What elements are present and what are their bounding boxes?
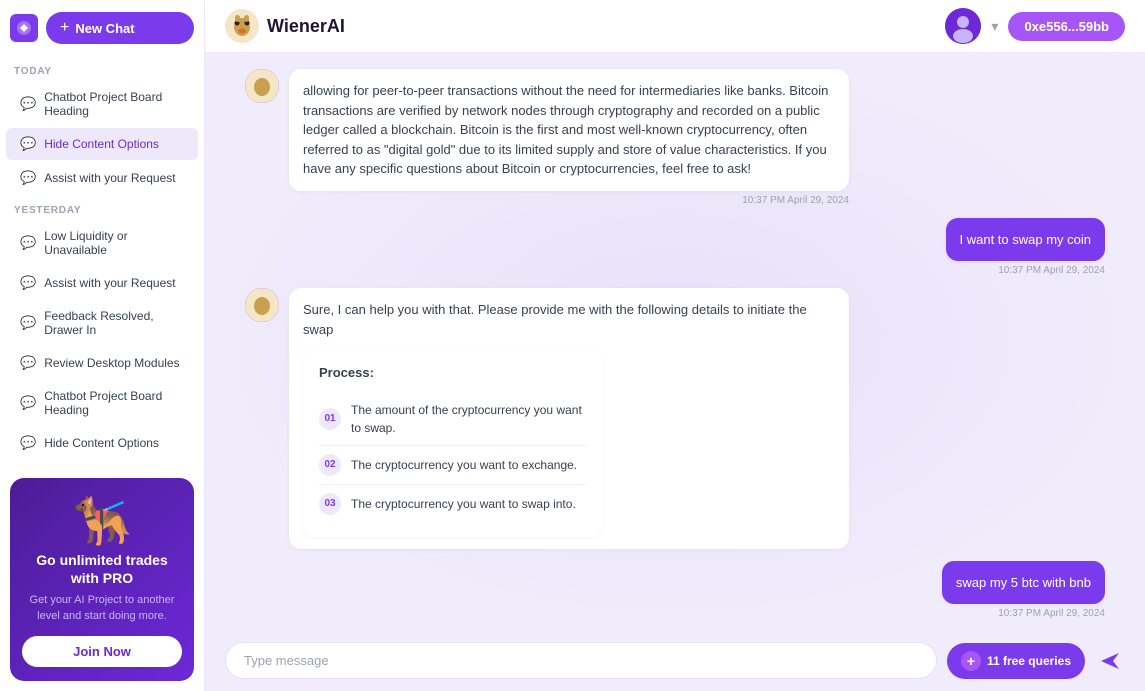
- yesterday-chat-item-1[interactable]: 💬 Low Liquidity or Unavailable: [6, 221, 198, 265]
- chat-icon: 💬: [20, 96, 36, 112]
- avatar-dropdown-icon[interactable]: ▾: [991, 18, 998, 35]
- yesterday-chat-item-4[interactable]: 💬 Review Desktop Modules: [6, 347, 198, 379]
- today-chat-item-3[interactable]: 💬 Assist with your Request: [6, 162, 198, 194]
- topbar: WienerAI ▾ 0xe556...59bb: [205, 0, 1145, 53]
- message-bubble-swap-request: I want to swap my coin: [946, 218, 1106, 262]
- chat-icon: 💬: [20, 170, 36, 186]
- step-text-1: The amount of the cryptocurrency you wan…: [351, 401, 587, 437]
- message-wrapper: Sure, I can help you with that. Please p…: [289, 288, 849, 549]
- message-row-swap-btc: swap my 5 btc with bnb 10:37 PM April 29…: [245, 561, 1105, 620]
- message-time: 10:37 PM April 29, 2024: [998, 608, 1105, 619]
- plus-icon: +: [60, 19, 69, 37]
- message-row-btc-info: allowing for peer-to-peer transactions w…: [245, 69, 1105, 206]
- step-text-2: The cryptocurrency you want to exchange.: [351, 456, 577, 474]
- chat-item-label: Chatbot Project Board Heading: [44, 389, 184, 417]
- today-section-label: TODAY: [0, 56, 204, 81]
- process-title: Process:: [319, 363, 587, 383]
- plus-symbol: +: [967, 653, 975, 669]
- step-text-3: The cryptocurrency you want to swap into…: [351, 495, 576, 513]
- wallet-address-button[interactable]: 0xe556...59bb: [1008, 12, 1125, 41]
- message-wrapper: I want to swap my coin 10:37 PM April 29…: [946, 218, 1106, 277]
- input-bar: + 11 free queries: [205, 630, 1145, 691]
- message-wrapper: swap my 5 btc with bnb 10:37 PM April 29…: [942, 561, 1105, 620]
- message-time: 10:37 PM April 29, 2024: [289, 195, 849, 206]
- join-now-button[interactable]: Join Now: [22, 636, 182, 667]
- chat-icon: 💬: [20, 275, 36, 291]
- message-text: swap my 5 btc with bnb: [956, 575, 1091, 590]
- chat-item-label: Assist with your Request: [44, 276, 175, 290]
- process-step-3: 03 The cryptocurrency you want to swap i…: [319, 485, 587, 523]
- chat-item-label: Hide Content Options: [44, 137, 159, 151]
- new-chat-button[interactable]: + New Chat: [46, 12, 194, 44]
- chat-icon: 💬: [20, 136, 36, 152]
- new-chat-label: New Chat: [75, 21, 134, 36]
- chat-item-label: Review Desktop Modules: [44, 356, 179, 370]
- message-bubble-swap-btc: swap my 5 btc with bnb: [942, 561, 1105, 605]
- chat-icon: 💬: [20, 235, 36, 251]
- chat-icon: 💬: [20, 435, 36, 451]
- message-text: allowing for peer-to-peer transactions w…: [303, 83, 828, 176]
- brand-name: WienerAI: [267, 16, 345, 37]
- queries-badge[interactable]: + 11 free queries: [947, 643, 1085, 679]
- message-text: I want to swap my coin: [960, 232, 1092, 247]
- message-input[interactable]: [244, 653, 918, 668]
- send-icon: [1099, 650, 1121, 672]
- message-input-wrap: [225, 642, 937, 679]
- pro-subtitle: Get your AI Project to another level and…: [22, 593, 182, 624]
- chat-item-label: Feedback Resolved, Drawer In: [44, 309, 184, 337]
- chat-messages-container: allowing for peer-to-peer transactions w…: [205, 53, 1145, 630]
- pro-banner: 🐕‍🦺 Go unlimited trades with PRO Get you…: [10, 478, 194, 681]
- chat-item-label: Chatbot Project Board Heading: [44, 90, 184, 118]
- today-chat-item-1[interactable]: 💬 Chatbot Project Board Heading: [6, 82, 198, 126]
- message-wrapper: allowing for peer-to-peer transactions w…: [289, 69, 849, 206]
- main-chat-area: WienerAI ▾ 0xe556...59bb allowing for pe…: [205, 0, 1145, 691]
- pro-title: Go unlimited trades with PRO: [22, 551, 182, 587]
- process-step-1: 01 The amount of the cryptocurrency you …: [319, 393, 587, 446]
- yesterday-chat-item-6[interactable]: 💬 Hide Content Options: [6, 427, 198, 459]
- chat-item-label: Hide Content Options: [44, 436, 159, 450]
- app-logo: [10, 14, 38, 42]
- message-row-swap-request: I want to swap my coin 10:37 PM April 29…: [245, 218, 1105, 277]
- queries-label: 11 free queries: [987, 654, 1071, 668]
- message-text: Sure, I can help you with that. Please p…: [303, 302, 807, 337]
- today-chat-item-2[interactable]: 💬 Hide Content Options: [6, 128, 198, 160]
- process-step-2: 02 The cryptocurrency you want to exchan…: [319, 446, 587, 485]
- chat-icon: 💬: [20, 395, 36, 411]
- message-time: 10:37 PM April 29, 2024: [998, 265, 1105, 276]
- chat-icon: 💬: [20, 315, 36, 331]
- user-avatar[interactable]: [945, 8, 981, 44]
- topbar-right: ▾ 0xe556...59bb: [945, 8, 1125, 44]
- step-number-2: 02: [319, 454, 341, 476]
- yesterday-chat-item-5[interactable]: 💬 Chatbot Project Board Heading: [6, 381, 198, 425]
- sidebar-header: + New Chat: [0, 0, 204, 56]
- step-number-3: 03: [319, 493, 341, 515]
- chat-item-label: Assist with your Request: [44, 171, 175, 185]
- sidebar: + New Chat TODAY 💬 Chatbot Project Board…: [0, 0, 205, 691]
- yesterday-section-label: YESTERDAY: [0, 195, 204, 220]
- assistant-avatar: [245, 69, 279, 103]
- chat-item-label: Low Liquidity or Unavailable: [44, 229, 184, 257]
- step-number-1: 01: [319, 408, 341, 430]
- yesterday-chat-item-3[interactable]: 💬 Feedback Resolved, Drawer In: [6, 301, 198, 345]
- brand: WienerAI: [225, 9, 345, 43]
- process-card: Process: 01 The amount of the cryptocurr…: [303, 349, 603, 537]
- chat-icon: 💬: [20, 355, 36, 371]
- message-row-swap-help: Sure, I can help you with that. Please p…: [245, 288, 1105, 549]
- assistant-avatar: [245, 288, 279, 322]
- yesterday-chat-item-2[interactable]: 💬 Assist with your Request: [6, 267, 198, 299]
- brand-logo-icon: [225, 9, 259, 43]
- send-button[interactable]: [1095, 646, 1125, 676]
- pro-mascot: 🐕‍🦺: [22, 492, 182, 549]
- message-bubble-btc-info: allowing for peer-to-peer transactions w…: [289, 69, 849, 191]
- message-bubble-swap-help: Sure, I can help you with that. Please p…: [289, 288, 849, 549]
- plus-circle-icon: +: [961, 651, 981, 671]
